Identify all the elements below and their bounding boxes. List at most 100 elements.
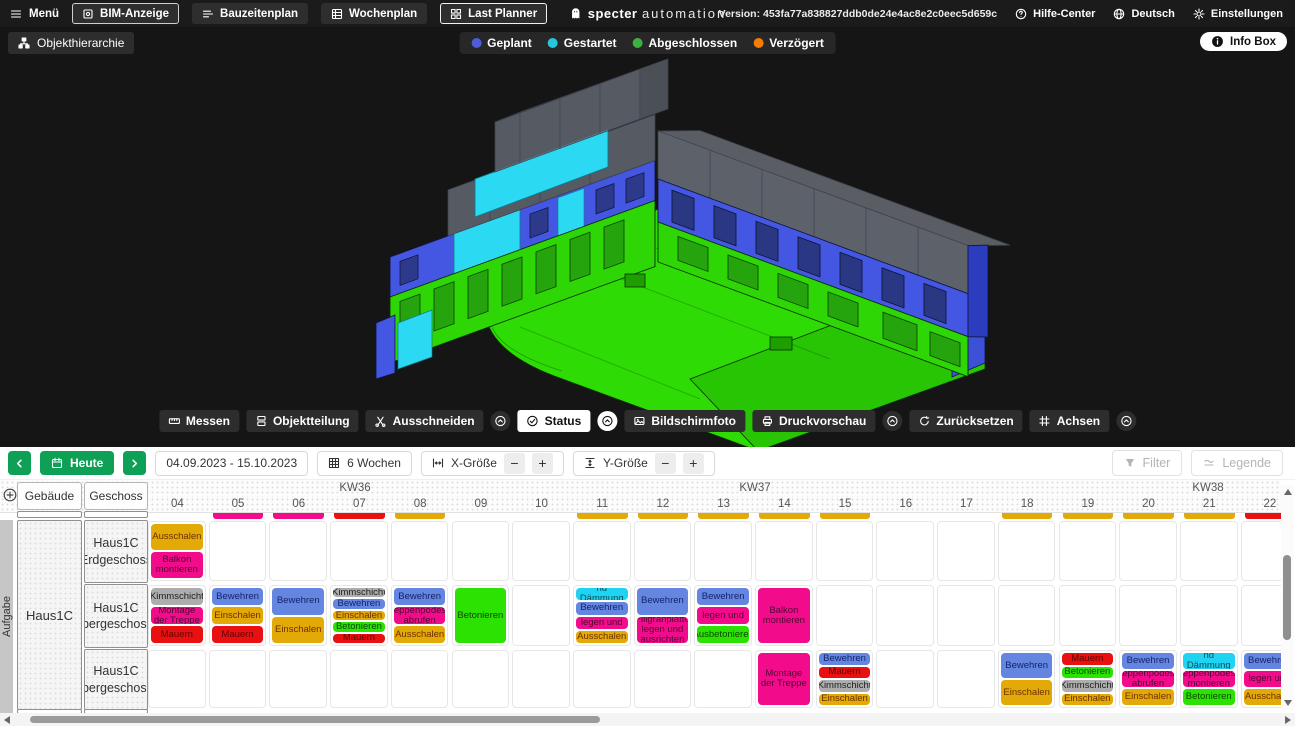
schedule-cell-08[interactable]: BewehrenTreppenpodeste abrufenAusschalen (391, 585, 449, 646)
task-sliver[interactable] (273, 513, 324, 519)
schedule-cell-21[interactable] (1180, 521, 1238, 581)
schedule-cell-12[interactable] (634, 650, 692, 708)
task-chip-mauern[interactable]: Mauern (333, 634, 385, 643)
schedule-cell-08[interactable] (391, 650, 449, 708)
task-chip-nd-dämmung[interactable]: nd Dämmung (1183, 653, 1235, 669)
bim-viewport[interactable]: Objekthierarchie GeplantGestartetAbgesch… (0, 27, 1295, 447)
schedule-cell-21[interactable]: nd DämmungTreppenpodeste montierenBetoni… (1180, 650, 1238, 708)
vertical-scrollbar[interactable] (1281, 485, 1294, 710)
task-chip-bewehren[interactable]: Bewehren (333, 599, 385, 608)
task-chip-ausschalen[interactable]: Ausschalen (151, 524, 203, 550)
task-chip-betonieren[interactable]: Betonieren (333, 622, 385, 631)
schedule-cell-06[interactable] (269, 650, 327, 708)
schedule-cell-09[interactable]: Betonieren (452, 585, 510, 646)
schedule-cell-12[interactable] (634, 521, 692, 581)
tab-last-planner[interactable]: Last Planner (440, 3, 547, 24)
schedule-cell-17[interactable] (937, 521, 995, 581)
toolbar-achsen[interactable]: Achsen (1030, 410, 1109, 432)
schedule-cell-16[interactable] (876, 650, 934, 708)
task-chip-einschalen[interactable]: Einschalen (819, 694, 871, 706)
schedule-cell-17[interactable] (937, 650, 995, 708)
toolbar-zurücksetzen[interactable]: Zurücksetzen (909, 410, 1022, 432)
schedule-cell-05[interactable]: BewehrenEinschalenMauern (209, 585, 267, 646)
task-chip-bewehren[interactable]: Bewehren (272, 588, 324, 615)
schedule-cell-09[interactable] (452, 650, 510, 708)
scroll-down-arrow[interactable] (1284, 700, 1292, 706)
floor-cell-obergeschoss1[interactable]: Haus1CObergeschoss1 (84, 584, 148, 648)
schedule-cell-14[interactable] (755, 521, 813, 581)
tab-wochenplan[interactable]: Wochenplan (321, 3, 427, 24)
horizontal-scroll-thumb[interactable] (30, 716, 600, 723)
schedule-cell-22[interactable] (1241, 585, 1281, 646)
task-sliver[interactable]: Ausschalen (1123, 513, 1174, 519)
x-size-plus-button[interactable]: + (532, 453, 553, 474)
schedule-cell-19[interactable] (1059, 585, 1117, 646)
schedule-cell-10[interactable] (512, 521, 570, 581)
schedule-cell-19[interactable]: MauernBetonierenKimmschichtEinschalen (1059, 650, 1117, 708)
schedule-cell-05[interactable] (209, 650, 267, 708)
schedule-cell-18[interactable] (998, 521, 1056, 581)
task-chip-mauern[interactable]: Mauern (212, 626, 264, 643)
task-sliver[interactable] (759, 513, 810, 519)
toolbar-achsen-expand[interactable] (1116, 411, 1136, 431)
schedule-cell-22[interactable]: Bewehrenlegen undAusschalen (1241, 650, 1281, 708)
task-chip-ausschalen[interactable]: Ausschalen (576, 631, 628, 643)
schedule-cell-07[interactable] (330, 521, 388, 581)
task-chip-kimmschicht[interactable]: Kimmschicht (819, 680, 871, 692)
schedule-cell-13[interactable]: Bewehrenlegen undAusbetonieren (694, 585, 752, 646)
task-chip-einschalen[interactable]: Einschalen (212, 607, 264, 624)
schedule-cell-19[interactable] (1059, 521, 1117, 581)
schedule-cell-05[interactable] (209, 521, 267, 581)
task-chip-bewehren[interactable]: Bewehren (1244, 653, 1281, 669)
toolbar-status-expand[interactable] (597, 411, 617, 431)
schedule-cell-10[interactable] (512, 585, 570, 646)
object-hierarchy-button[interactable]: Objekthierarchie (8, 32, 134, 54)
task-chip-treppenpodeste-abrufen[interactable]: Treppenpodeste abrufen (1122, 671, 1174, 687)
task-sliver[interactable] (638, 513, 689, 519)
task-chip-bewehren[interactable]: Bewehren (697, 588, 749, 605)
schedule-cell-06[interactable] (269, 521, 327, 581)
task-chip-einschalen[interactable]: Einschalen (272, 617, 324, 644)
schedule-cell-13[interactable] (694, 521, 752, 581)
task-chip-betonieren[interactable]: Betonieren (1062, 667, 1114, 679)
schedule-cell-20[interactable] (1119, 585, 1177, 646)
tab-bauzeitenplan[interactable]: Bauzeitenplan (192, 3, 308, 24)
task-chip-balkon-montieren[interactable]: Balkon montieren (151, 552, 203, 578)
schedule-cell-11[interactable] (573, 650, 631, 708)
task-sliver[interactable] (820, 513, 871, 519)
toolbar-objektteilung[interactable]: Objektteilung (246, 410, 359, 432)
prev-period-button[interactable] (8, 451, 31, 475)
task-sliver[interactable] (1184, 513, 1235, 519)
schedule-cell-16[interactable] (876, 585, 934, 646)
today-button[interactable]: Heute (40, 451, 114, 475)
schedule-cell-15[interactable] (816, 585, 874, 646)
schedule-cell-12[interactable]: BewehrenFiligranplatte legen und ausrich… (634, 585, 692, 646)
info-box-button[interactable]: Info Box (1200, 32, 1287, 51)
scroll-up-arrow[interactable] (1284, 489, 1292, 495)
filter-button[interactable]: Filter (1112, 450, 1183, 476)
task-chip-einschalen[interactable]: Einschalen (1062, 694, 1114, 706)
task-chip-treppenpodeste-montieren[interactable]: Treppenpodeste montieren (1183, 671, 1235, 687)
schedule-cell-04[interactable]: KimmschichtMontage der TreppeMauern (148, 585, 206, 646)
schedule-cell-06[interactable]: BewehrenEinschalen (269, 585, 327, 646)
expand-all-button[interactable] (3, 488, 17, 502)
schedule-cell-09[interactable] (452, 521, 510, 581)
building-cell[interactable]: Haus1C (17, 520, 82, 710)
schedule-cell-18[interactable]: BewehrenEinschalen (998, 650, 1056, 708)
schedule-cell-21[interactable] (1180, 585, 1238, 646)
task-sliver[interactable]: Ausschalen (698, 513, 749, 519)
task-chip-bewehren[interactable]: Bewehren (637, 588, 689, 615)
next-period-button[interactable] (123, 451, 146, 475)
task-chip-bewehren[interactable]: Bewehren (576, 602, 628, 614)
task-chip-mauern[interactable]: Mauern (819, 667, 871, 679)
task-sliver[interactable]: Einschalen (395, 513, 446, 519)
vertical-scroll-thumb[interactable] (1283, 555, 1291, 640)
schedule-cell-14[interactable]: Montage der Treppe (755, 650, 813, 708)
task-chip-legen-und[interactable]: legen und (576, 617, 628, 629)
floor-cell-erdgeschoss[interactable]: Haus1CErdgeschoss (84, 520, 148, 583)
schedule-cell-11[interactable]: nd DämmungBewehrenlegen undAusschalen (573, 585, 631, 646)
y-size-minus-button[interactable]: − (655, 453, 676, 474)
task-chip-legen-und[interactable]: legen und (697, 607, 749, 624)
task-sliver[interactable] (1002, 513, 1053, 519)
toolbar-druckvorschau[interactable]: Druckvorschau (752, 410, 875, 432)
